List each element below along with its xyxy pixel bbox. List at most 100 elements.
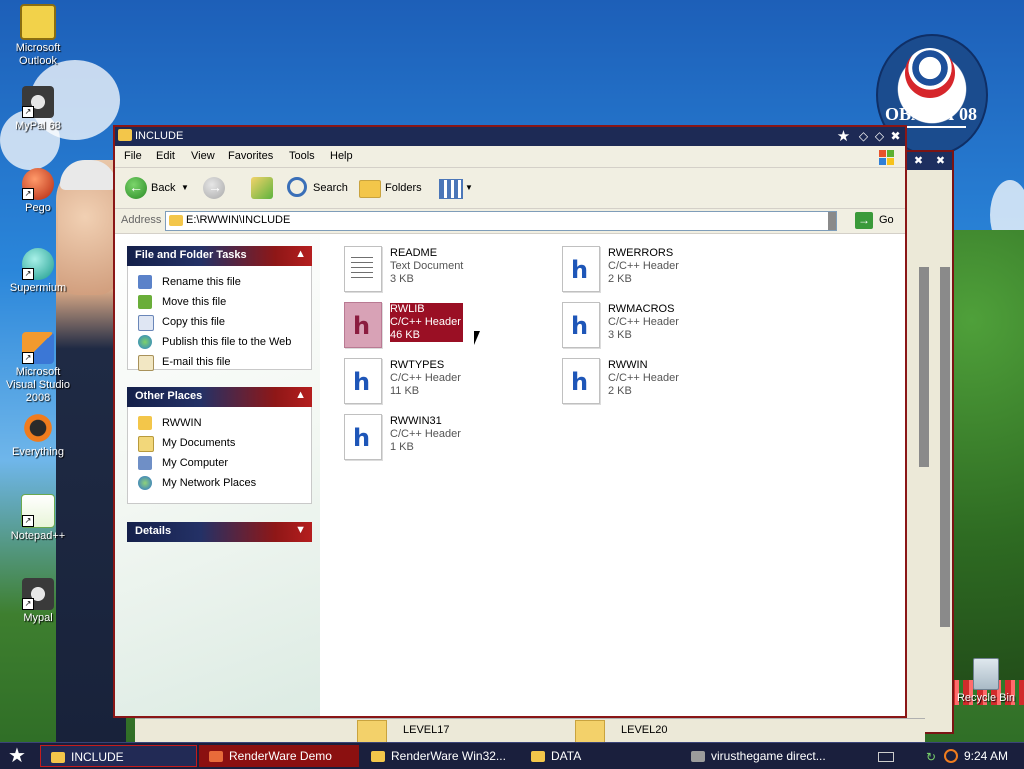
menu-file[interactable]: File (124, 150, 142, 162)
maximize-button[interactable]: ◇ (872, 129, 887, 144)
outlook-icon (20, 4, 56, 40)
file-type: C/C++ Header (390, 428, 461, 440)
minimize-button[interactable]: ◇ (856, 129, 871, 144)
folders-button[interactable]: Folders (385, 176, 422, 200)
supermium-icon: ↗ (22, 248, 54, 280)
forward-button[interactable]: → (203, 177, 225, 199)
search-icon (287, 177, 307, 197)
my-documents-icon (138, 436, 154, 452)
back-button[interactable]: Back (151, 176, 175, 200)
window-title: INCLUDE (135, 130, 184, 142)
chevron-down-icon[interactable]: ▼ (295, 524, 306, 536)
chevron-up-icon[interactable]: ▲ (295, 248, 306, 260)
up-folder-icon[interactable] (251, 177, 273, 199)
folder-icon (531, 751, 545, 763)
go-arrow-icon[interactable]: → (855, 212, 873, 229)
star-icon[interactable]: ★ (836, 129, 851, 144)
file-size: 46 KB (390, 329, 420, 341)
file-item-rwtypes[interactable]: h RWTYPES C/C++ Header 11 KB (332, 356, 542, 406)
address-dropdown-icon[interactable] (828, 212, 836, 230)
taskbar-item-renderware-demo[interactable]: RenderWare Demo (199, 745, 359, 767)
file-item-rwwin31[interactable]: h RWWIN31 C/C++ Header 1 KB (332, 412, 542, 462)
file-item-rwwin[interactable]: h RWWIN C/C++ Header 2 KB (550, 356, 760, 406)
menu-tools[interactable]: Tools (289, 150, 315, 162)
folder-icon (138, 416, 152, 430)
file-type: C/C++ Header (608, 316, 679, 328)
content-area: File and Folder Tasks ▲ Rename this file… (115, 234, 905, 716)
file-info: README Text Document 3 KB (390, 247, 463, 286)
folder-label[interactable]: LEVEL17 (403, 724, 449, 736)
visual-studio-icon: ↗ (22, 332, 54, 364)
file-item-rwerrors[interactable]: h RWERRORS C/C++ Header 2 KB (550, 244, 760, 294)
back-arrow-icon[interactable]: ← (125, 177, 147, 199)
folder-label[interactable]: LEVEL20 (621, 724, 667, 736)
globe-icon (138, 335, 152, 349)
menu-edit[interactable]: Edit (156, 150, 175, 162)
shortcut-arrow-icon: ↗ (22, 515, 34, 527)
menu-view[interactable]: View (191, 150, 215, 162)
panel-title: File and Folder Tasks (135, 249, 247, 261)
panel-header-details[interactable]: Details ▼ (127, 522, 312, 542)
background-window-strip: LEVEL17 LEVEL20 (135, 718, 925, 744)
file-size: 3 KB (390, 273, 414, 285)
taskbar-item-include[interactable]: INCLUDE (40, 745, 197, 767)
shortcut-arrow-icon: ↗ (22, 352, 34, 364)
copy-icon (138, 315, 154, 331)
desktop-icon-label: Notepad++ (10, 530, 66, 542)
desktop-icon-mypal68[interactable]: ↗ MyPal 68 (0, 86, 76, 133)
scrollbar-thumb[interactable] (940, 267, 950, 627)
file-info: RWTYPES C/C++ Header 11 KB (390, 359, 461, 398)
search-button[interactable]: Search (313, 176, 348, 200)
close-icon[interactable]: ✖ (912, 155, 925, 168)
file-type: C/C++ Header (608, 260, 679, 272)
header-file-icon: h (344, 358, 382, 404)
header-file-icon: h (562, 358, 600, 404)
network-tray-icon[interactable]: ↻ (926, 750, 936, 764)
scrollbar-thumb[interactable] (919, 267, 929, 467)
back-dropdown-icon[interactable]: ▼ (181, 176, 189, 200)
file-info: RWERRORS C/C++ Header 2 KB (608, 247, 679, 286)
panel-header-other-places[interactable]: Other Places ▲ (127, 387, 312, 407)
file-name: RWLIB (390, 303, 425, 315)
file-item-readme[interactable]: README Text Document 3 KB (332, 244, 542, 294)
desktop-icon-recycle-bin[interactable]: Recycle Bin (948, 658, 1024, 705)
chevron-up-icon[interactable]: ▲ (295, 389, 306, 401)
go-button[interactable]: Go (879, 214, 894, 226)
shortcut-arrow-icon: ↗ (22, 188, 34, 200)
window-titlebar[interactable]: INCLUDE ★ ◇ ◇ ✖ (115, 127, 905, 146)
taskbar-item-data[interactable]: DATA (521, 745, 679, 767)
views-icon[interactable] (439, 179, 463, 199)
menu-help[interactable]: Help (330, 150, 353, 162)
desktop-icon-label: Pego (25, 202, 51, 214)
background-window[interactable]: ✖ ✖ (900, 150, 954, 734)
desktop-icon-outlook[interactable]: Microsoft Outlook (0, 4, 76, 68)
address-input[interactable]: E:\RWWIN\INCLUDE (165, 211, 837, 231)
desktop-icon-label: Recycle Bin (956, 692, 1016, 704)
raccoon-icon: ↗ (22, 86, 54, 118)
file-item-rwmacros[interactable]: h RWMACROS C/C++ Header 3 KB (550, 300, 760, 350)
keyboard-icon[interactable] (878, 752, 894, 762)
desktop-icon-pego[interactable]: ↗ Pego (0, 168, 76, 215)
close-icon[interactable]: ✖ (934, 155, 947, 168)
desktop-icon-label: Mypal (23, 612, 53, 624)
desktop-icon-label: Microsoft Visual Studio 2008 (5, 366, 70, 404)
desktop-icon-visual-studio[interactable]: ↗ Microsoft Visual Studio 2008 (0, 332, 76, 405)
menu-favorites[interactable]: Favorites (228, 150, 273, 162)
desktop-icon-mypal[interactable]: ↗ Mypal (0, 578, 76, 625)
taskbar: ★ INCLUDE RenderWare Demo RenderWare Win… (0, 742, 1024, 769)
file-item-rwlib[interactable]: h RWLIB C/C++ Header 46 KB (332, 300, 542, 350)
views-dropdown-icon[interactable]: ▼ (465, 176, 473, 200)
menu-bar: File Edit View Favorites Tools Help (115, 146, 905, 168)
everything-tray-icon[interactable] (944, 749, 958, 763)
panel-header-file-tasks[interactable]: File and Folder Tasks ▲ (127, 246, 312, 266)
desktop-icon-everything[interactable]: Everything (0, 412, 76, 459)
clock[interactable]: 9:24 AM (964, 749, 1008, 763)
taskbar-item-virusthegame[interactable]: virusthegame direct... (681, 745, 839, 767)
file-name: README (390, 247, 438, 259)
close-button[interactable]: ✖ (888, 129, 903, 144)
start-star-icon[interactable]: ★ (4, 745, 30, 767)
desktop-icon-notepadpp[interactable]: ↗ Notepad++ (0, 494, 76, 543)
folder-icon (169, 215, 183, 226)
desktop-icon-supermium[interactable]: ↗ Supermium (0, 248, 76, 295)
taskbar-item-renderware-win32[interactable]: RenderWare Win32... (361, 745, 519, 767)
